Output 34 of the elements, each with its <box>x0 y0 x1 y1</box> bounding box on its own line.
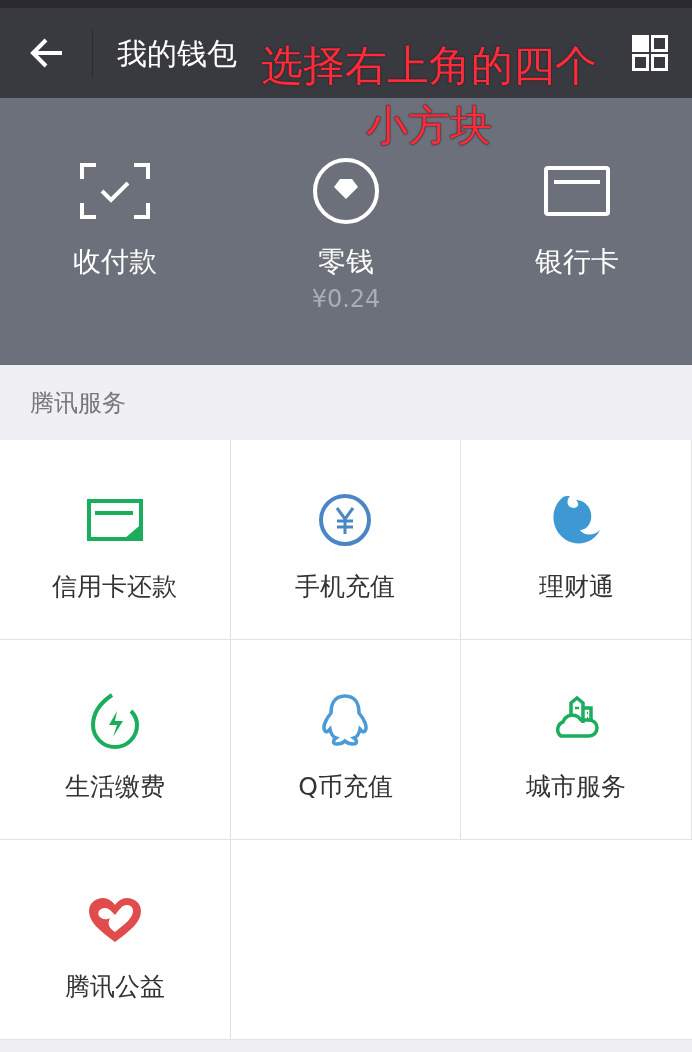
annotation-text: 选择右上角的四个小方块 <box>260 40 598 152</box>
service-label: 信用卡还款 <box>52 571 178 603</box>
service-label: 手机充值 <box>295 571 396 603</box>
service-label: 理财通 <box>538 571 614 603</box>
service-label: 城市服务 <box>526 771 627 803</box>
action-label: 银行卡 <box>534 244 619 280</box>
penguin-icon <box>320 693 371 747</box>
service-tile[interactable]: 手机充值 <box>230 440 462 640</box>
heart-icon <box>86 896 143 944</box>
diamond-coin-icon <box>312 157 380 225</box>
service-tile[interactable]: Q币充值 <box>230 640 462 840</box>
scan-check-icon <box>80 163 151 219</box>
balance-amount: ¥0.24 <box>311 284 381 314</box>
wallet-action[interactable]: 零钱 ¥0.24 <box>230 156 462 365</box>
service-tile[interactable]: 信用卡还款 <box>0 440 231 640</box>
service-label: 生活缴费 <box>64 771 165 803</box>
service-label: Q币充值 <box>298 771 393 803</box>
wallet-action[interactable]: 银行卡 <box>461 156 692 365</box>
yen-coin-icon <box>318 493 373 547</box>
card-icon <box>86 499 143 541</box>
card-icon <box>543 166 610 216</box>
lightning-drop-icon <box>89 691 140 749</box>
service-tile[interactable]: 生活缴费 <box>0 640 231 840</box>
service-label: 腾讯公益 <box>64 971 165 1003</box>
page-title: 我的钱包 <box>117 34 237 73</box>
back-arrow-icon[interactable] <box>30 38 64 68</box>
grid-icon[interactable] <box>632 35 668 71</box>
wallet-action[interactable]: 收付款 <box>0 156 231 365</box>
action-label: 收付款 <box>73 244 158 280</box>
service-tile[interactable]: 理财通 <box>461 440 692 640</box>
section-title: 腾讯服务 <box>30 387 126 419</box>
service-tile[interactable]: 腾讯公益 <box>0 840 231 1040</box>
action-label: 零钱 <box>318 244 374 280</box>
service-tile[interactable]: 城市服务 <box>461 640 692 840</box>
